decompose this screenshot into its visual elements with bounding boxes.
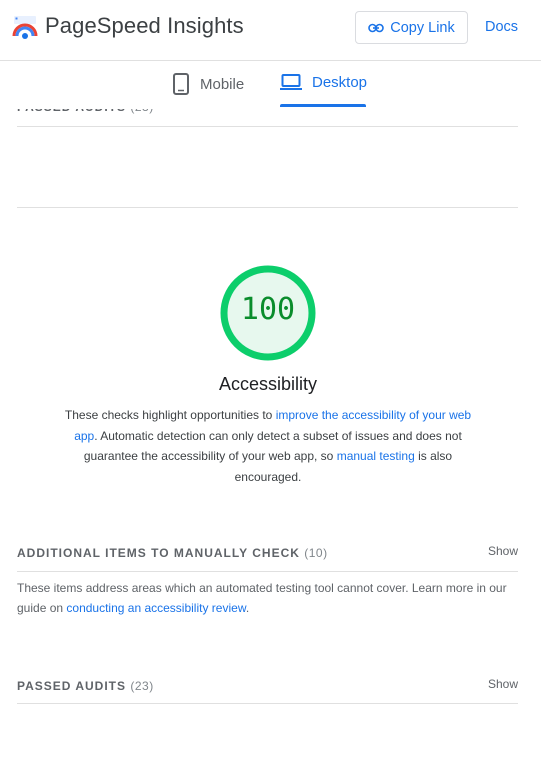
pagespeed-logo-icon: [12, 16, 38, 39]
laptop-icon: [280, 74, 302, 90]
device-tabs: Mobile Desktop: [0, 61, 541, 109]
section-title: PASSED AUDITS: [17, 679, 127, 693]
show-button[interactable]: Show: [488, 677, 518, 691]
smartphone-icon: [173, 73, 189, 95]
section-count: (10): [304, 546, 328, 560]
show-button[interactable]: Show: [488, 544, 518, 558]
category-title: Accessibility: [218, 374, 318, 394]
app-header: PageSpeed Insights Copy Link Docs: [0, 0, 541, 61]
accessibility-review-link[interactable]: conducting an accessibility review: [66, 601, 245, 615]
manual-check-header[interactable]: ADDITIONAL ITEMS TO MANUALLY CHECK (10) …: [17, 544, 518, 572]
desc-text-1: These checks highlight opportunities to: [64, 408, 276, 422]
copy-link-label: Copy Link: [390, 19, 455, 36]
section-count: (23): [130, 679, 154, 693]
tab-mobile-label: Mobile: [200, 75, 245, 93]
tab-mobile[interactable]: Mobile: [172, 73, 244, 95]
copy-link-button[interactable]: Copy Link: [355, 11, 468, 44]
manual-check-description: These items address areas which an autom…: [17, 578, 517, 618]
section-divider: [17, 207, 518, 208]
app-title: PageSpeed Insights: [45, 13, 244, 38]
tab-desktop-label: Desktop: [312, 73, 368, 91]
section-title: ADDITIONAL ITEMS TO MANUALLY CHECK: [17, 546, 300, 560]
link-icon: [368, 23, 385, 32]
score-value: 100: [240, 292, 296, 327]
docs-link[interactable]: Docs: [485, 19, 518, 35]
manual-testing-link[interactable]: manual testing: [337, 449, 415, 463]
category-description: These checks highlight opportunities to …: [64, 405, 472, 487]
passed-audits-header[interactable]: PASSED AUDITS (23) Show: [17, 677, 518, 704]
active-tab-indicator: [280, 104, 366, 107]
tab-desktop[interactable]: Desktop: [280, 73, 367, 91]
manual-desc-end: .: [245, 601, 250, 615]
